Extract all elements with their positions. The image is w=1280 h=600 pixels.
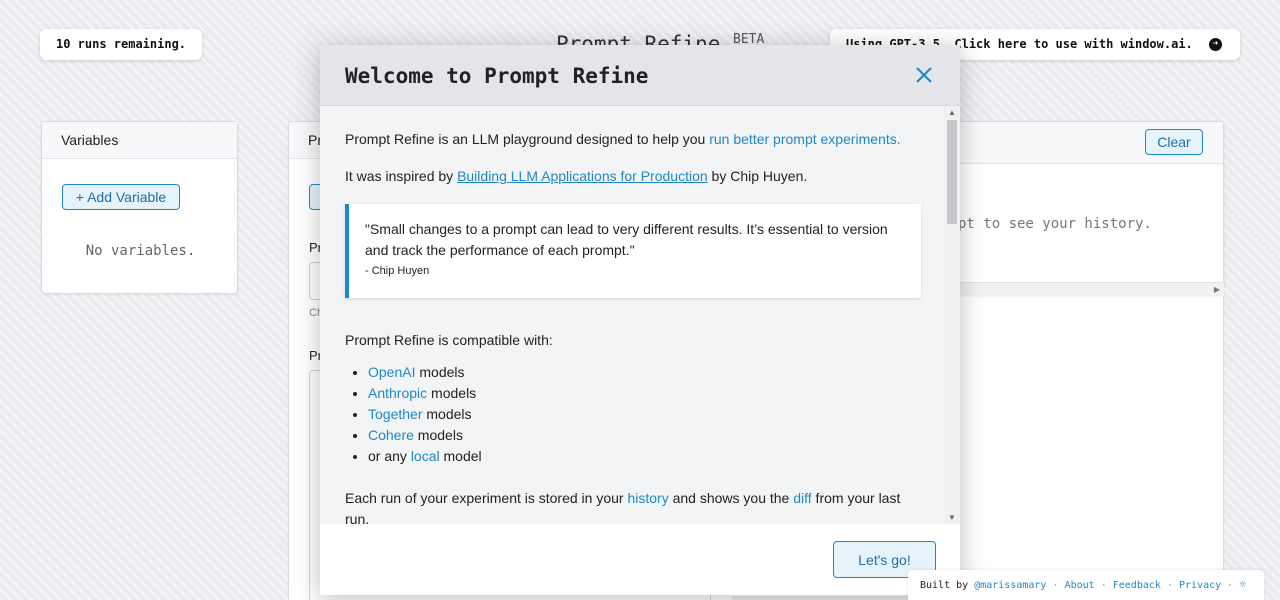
about-link[interactable]: About [1065,580,1095,591]
modal-footer: Let's go! [320,524,960,595]
feedback-link[interactable]: Feedback [1113,580,1161,591]
modal-title: Welcome to Prompt Refine [345,64,649,88]
local-link[interactable]: local [411,448,440,464]
welcome-modal: Welcome to Prompt Refine Prompt Refine i… [320,45,960,595]
variables-header: Variables [42,122,237,159]
compat-list: OpenAI models Anthropic models Together … [368,362,768,467]
quote-block: "Small changes to a prompt can lead to v… [345,204,921,298]
list-item: Together models [368,404,768,425]
history-text: Each run of your experiment is stored in… [345,490,901,524]
history-scrollbar[interactable]: ▶ [940,282,1224,296]
arrow-right-icon: ➜ [1209,38,1222,51]
scroll-down-icon[interactable]: ▼ [948,513,956,522]
list-item: Anthropic models [368,383,768,404]
theme-toggle-icon[interactable]: ☼ [1239,578,1246,591]
scroll-thumb[interactable] [947,120,957,224]
inspired-text: It was inspired by Building LLM Applicat… [345,168,808,184]
quote-author: - Chip Huyen [365,265,430,277]
privacy-link[interactable]: Privacy [1179,580,1221,591]
openai-link[interactable]: OpenAI [368,364,415,380]
close-icon[interactable] [913,64,935,86]
modal-header: Welcome to Prompt Refine [320,45,960,106]
history-panel: Clear pt to see your history. ▶ [940,121,1224,296]
variables-panel: Variables + Add Variable No variables. [41,121,238,294]
clear-history-button[interactable]: Clear [1145,129,1203,155]
run-better-experiments-link[interactable]: run better prompt experiments. [709,131,900,147]
together-link[interactable]: Together [368,406,422,422]
list-item: OpenAI models [368,362,768,383]
author-link[interactable]: @marissamary [974,580,1046,591]
add-variable-button[interactable]: + Add Variable [62,184,180,210]
list-item: Cohere models [368,425,768,446]
modal-body: Prompt Refine is an LLM playground desig… [320,106,944,524]
runs-remaining-badge: 10 runs remaining. [40,29,202,60]
cohere-link[interactable]: Cohere [368,427,414,443]
scroll-right-icon[interactable]: ▶ [1214,285,1220,294]
building-llm-applications-link[interactable]: Building LLM Applications for Production [457,168,708,184]
history-empty-text: pt to see your history. [958,216,1152,232]
quote-text: "Small changes to a prompt can lead to v… [365,221,888,258]
list-item: or any local model [368,446,768,467]
history-link[interactable]: history [627,490,668,506]
diff-link[interactable]: diff [793,490,811,506]
compat-heading: Prompt Refine is compatible with: [345,332,553,348]
footer-bar: Built by @marissamary · About · Feedback… [908,570,1264,600]
scroll-up-icon[interactable]: ▲ [948,108,956,117]
intro-text: Prompt Refine is an LLM playground desig… [345,131,901,147]
anthropic-link[interactable]: Anthropic [368,385,427,401]
no-variables-text: No variables. [85,243,196,259]
modal-scrollbar[interactable]: ▲ ▼ [944,106,960,524]
